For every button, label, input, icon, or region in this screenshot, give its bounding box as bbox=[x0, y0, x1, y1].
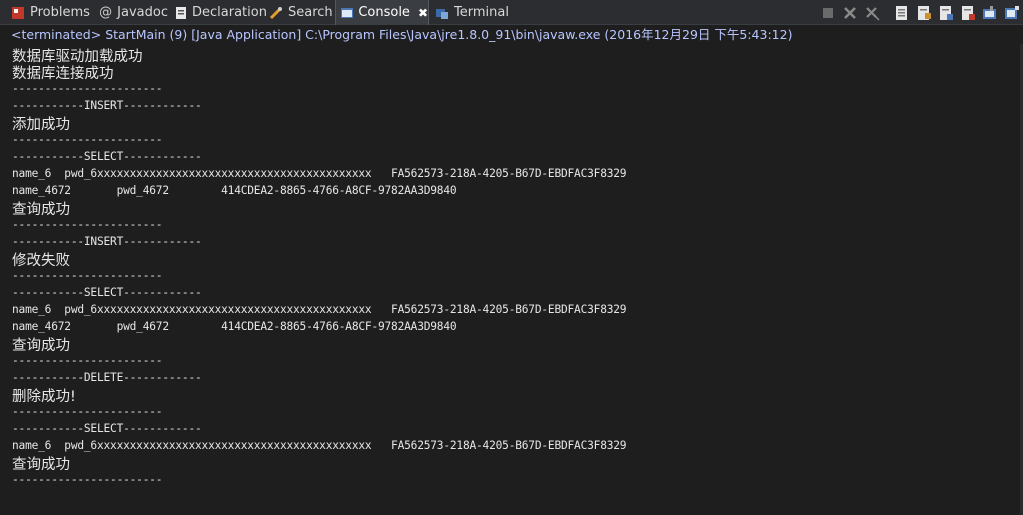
tab-label: Console bbox=[358, 5, 410, 20]
console-line: 修改失败 bbox=[12, 253, 70, 269]
tab-label: Javadoc bbox=[117, 5, 168, 20]
tab-label: Search bbox=[288, 5, 333, 20]
console-line: name_6 pwd_6xxxxxxxxxxxxxxxxxxxxxxxxxxxx… bbox=[12, 439, 627, 452]
console-line: 添加成功 bbox=[12, 117, 70, 133]
console-line: name_4672 pwd_4672 414CDEA2-8865-4766-A8… bbox=[12, 320, 457, 333]
console-line: ----------------------- bbox=[12, 133, 163, 146]
declaration-icon bbox=[174, 5, 188, 21]
console-line: 查询成功 bbox=[12, 202, 70, 218]
tab-label: Problems bbox=[30, 5, 90, 20]
console-line: ----------------------- bbox=[12, 473, 163, 486]
console-icon bbox=[340, 5, 354, 21]
tab-label: Terminal bbox=[454, 5, 509, 20]
pin-console-icon[interactable] bbox=[981, 4, 999, 22]
search-icon bbox=[268, 5, 284, 21]
close-icon[interactable]: ✖ bbox=[418, 6, 428, 20]
console-line: name_4672 pwd_4672 414CDEA2-8865-4766-A8… bbox=[12, 184, 457, 197]
console-line: 数据库连接成功 bbox=[12, 66, 114, 82]
tab-terminal[interactable]: Terminal bbox=[430, 0, 510, 25]
console-line: name_6 pwd_6xxxxxxxxxxxxxxxxxxxxxxxxxxxx… bbox=[12, 167, 627, 180]
console-line: -----------DELETE------------ bbox=[12, 371, 202, 384]
display-selected-console-icon[interactable] bbox=[1003, 4, 1021, 22]
console-line: 查询成功 bbox=[12, 457, 70, 473]
console-line: ----------------------- bbox=[12, 218, 163, 231]
javadoc-icon: @ bbox=[99, 5, 113, 20]
console-process-status: <terminated> StartMain (9) [Java Applica… bbox=[11, 27, 793, 42]
console-line: -----------INSERT------------ bbox=[12, 235, 202, 248]
terminate-icon[interactable] bbox=[819, 4, 837, 22]
view-tab-bar: Problems @ Javadoc Declaration Search Co… bbox=[0, 0, 1023, 25]
remove-all-terminated-icon[interactable] bbox=[863, 4, 881, 22]
show-console-on-output-icon[interactable] bbox=[937, 4, 955, 22]
tab-declaration[interactable]: Declaration bbox=[170, 0, 267, 25]
console-line: ----------------------- bbox=[12, 405, 163, 418]
tab-problems[interactable]: Problems bbox=[6, 0, 92, 25]
show-console-on-error-icon[interactable] bbox=[959, 4, 977, 22]
console-line: 删除成功! bbox=[12, 389, 76, 405]
tab-search[interactable]: Search bbox=[264, 0, 334, 25]
console-line: -----------INSERT------------ bbox=[12, 99, 202, 112]
problems-icon bbox=[10, 5, 26, 21]
console-line: ----------------------- bbox=[12, 269, 163, 282]
console-line: -----------SELECT------------ bbox=[12, 286, 202, 299]
terminal-icon bbox=[434, 5, 450, 21]
tab-javadoc[interactable]: @ Javadoc bbox=[94, 0, 168, 25]
console-line: ----------------------- bbox=[12, 354, 163, 367]
console-output[interactable]: 数据库驱动加载成功 数据库连接成功 ----------------------… bbox=[0, 44, 1023, 515]
tab-label: Declaration bbox=[192, 5, 267, 20]
remove-launch-icon[interactable] bbox=[841, 4, 859, 22]
console-line: ----------------------- bbox=[12, 82, 163, 95]
tab-console[interactable]: Console ✖ bbox=[335, 0, 429, 25]
console-toolbar bbox=[817, 0, 1023, 25]
console-line: 查询成功 bbox=[12, 338, 70, 354]
scroll-lock-icon[interactable] bbox=[893, 4, 911, 22]
console-line: name_6 pwd_6xxxxxxxxxxxxxxxxxxxxxxxxxxxx… bbox=[12, 303, 627, 316]
console-line: -----------SELECT------------ bbox=[12, 150, 202, 163]
word-wrap-icon[interactable] bbox=[915, 4, 933, 22]
console-line: -----------SELECT------------ bbox=[12, 422, 202, 435]
